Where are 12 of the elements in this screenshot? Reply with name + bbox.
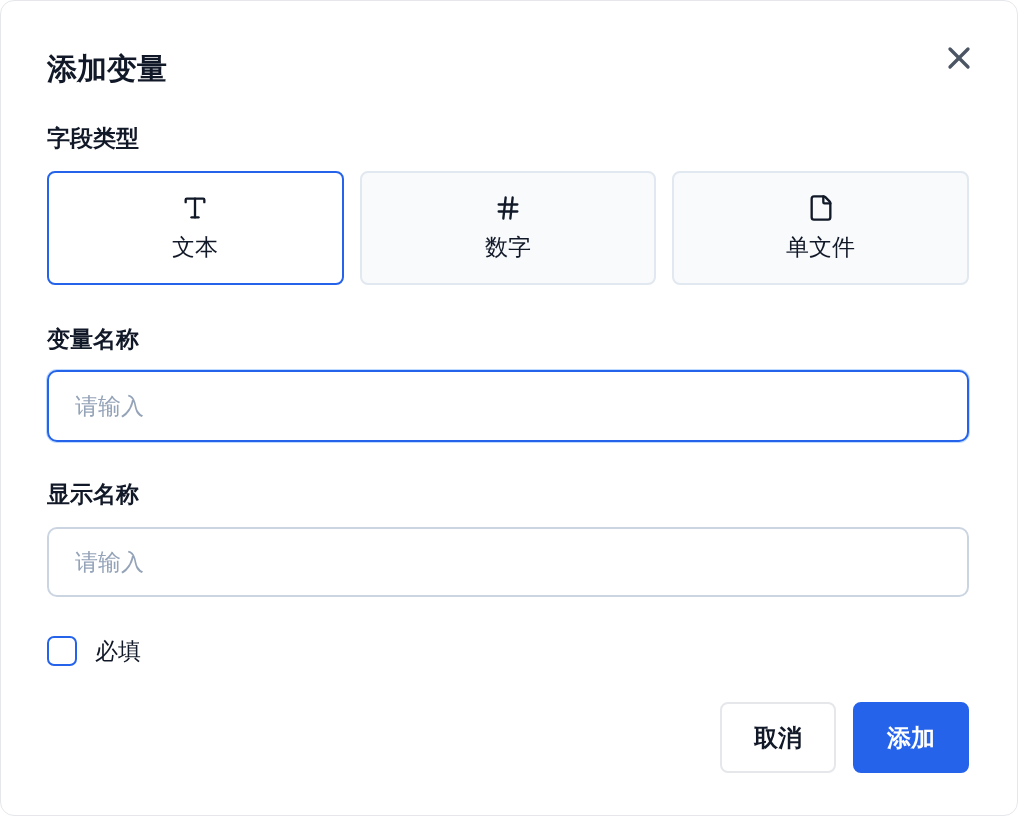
cancel-button[interactable]: 取消 [720, 702, 836, 773]
type-option[interactable]: 文本 [47, 171, 344, 285]
type-option[interactable]: 单文件 [672, 171, 969, 285]
add-button[interactable]: 添加 [853, 702, 969, 773]
checkbox[interactable] [47, 636, 77, 666]
type-option[interactable]: 数字 [359, 171, 657, 285]
checkbox-label: 必填 [95, 636, 141, 666]
field-label: 变量名称 [47, 325, 140, 354]
dialog-title: 添加变量 [47, 51, 167, 87]
field-label: 显示名称 [47, 480, 140, 509]
input-field[interactable]: 请输入 [47, 370, 969, 442]
field-label: 字段类型 [47, 124, 140, 153]
